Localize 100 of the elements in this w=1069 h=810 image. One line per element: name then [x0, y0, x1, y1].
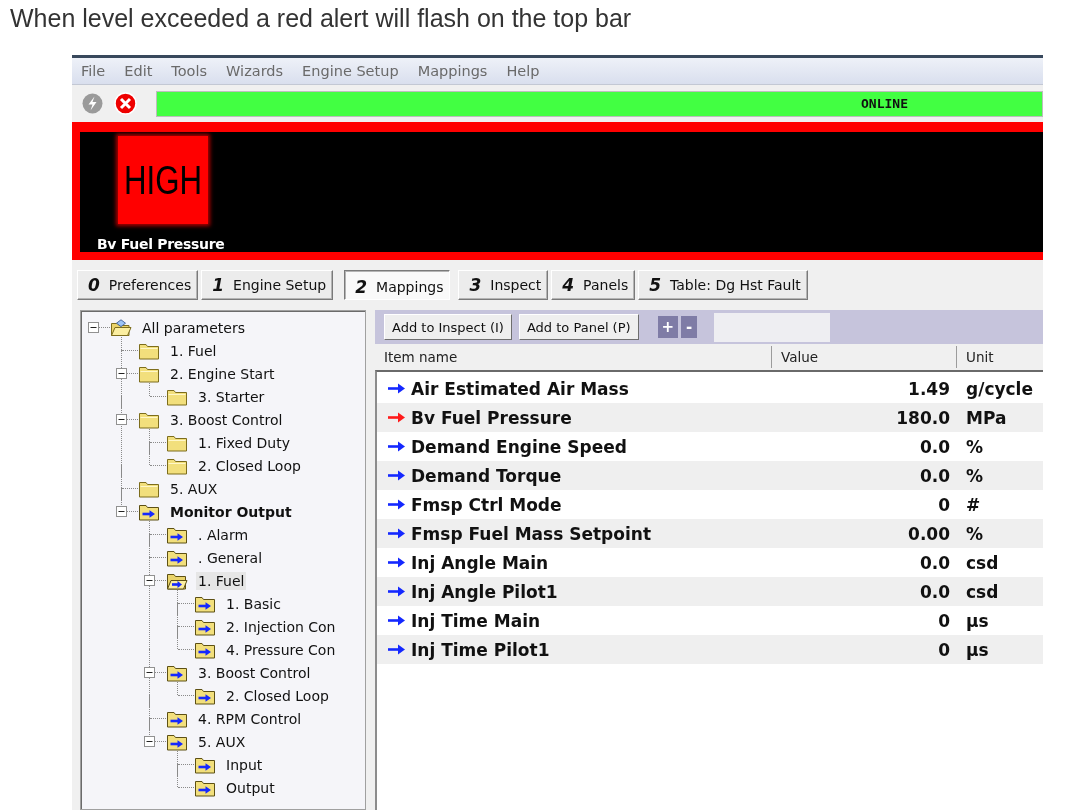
menu-item[interactable]: Wizards — [226, 63, 284, 79]
tree-item[interactable]: 4. Pressure Con — [224, 640, 338, 659]
folder-arrow-icon — [166, 732, 188, 751]
unit-cell-text: µs — [965, 639, 990, 660]
open-folder-icon — [110, 318, 132, 337]
tree-item[interactable]: Input — [224, 755, 265, 774]
table-row[interactable]: Inj Time Pilot1 0 µs — [377, 635, 1043, 664]
folder-arrow-icon — [194, 640, 216, 659]
tree-item[interactable]: 5. AUX — [168, 479, 220, 498]
unit-cell-text: µs — [965, 610, 990, 631]
item-name-cell: Inj Time Main — [411, 610, 541, 631]
tree-item[interactable]: All parameters — [140, 318, 247, 337]
tree-item[interactable]: 1. Basic — [224, 594, 283, 613]
tree-item[interactable]: Monitor Output — [168, 502, 294, 521]
value-cell-text: 0.0 — [919, 581, 951, 602]
collapse-icon[interactable] — [144, 736, 155, 747]
remove-button[interactable]: - — [681, 316, 698, 338]
collapse-icon[interactable] — [116, 506, 127, 517]
toolbar-button[interactable]: Add to Inspect (I) — [384, 314, 512, 340]
x-circle-icon[interactable] — [114, 92, 137, 115]
folder-arrow-icon — [194, 617, 216, 636]
folder-icon — [138, 341, 160, 360]
collapse-icon[interactable] — [116, 414, 127, 425]
folder-arrow-icon — [166, 548, 188, 567]
folder-arrow-icon — [194, 778, 216, 797]
tab[interactable]: 4 Panels — [551, 270, 636, 300]
tab[interactable]: 5 Table: Dg Hst Fault — [638, 270, 808, 300]
menu-item[interactable]: Edit — [124, 63, 153, 79]
unit-cell-text: csd — [965, 581, 1000, 602]
value-cell-text: 0.0 — [919, 465, 951, 486]
lightning-icon[interactable] — [82, 93, 103, 114]
tree-item[interactable]: 2. Closed Loop — [196, 456, 303, 475]
table-row[interactable]: Demand Torque 0.0 % — [377, 461, 1043, 490]
folder-arrow-icon — [166, 709, 188, 728]
column-header[interactable]: Item name — [375, 346, 772, 368]
item-name-cell: Demand Torque — [411, 465, 562, 486]
collapse-icon[interactable] — [144, 667, 155, 678]
tab[interactable]: 0 Preferences — [77, 270, 199, 300]
folder-arrow-icon — [194, 755, 216, 774]
folder-icon — [138, 364, 160, 383]
menu-item[interactable]: Mappings — [417, 63, 488, 79]
item-name-cell: Inj Angle Main — [411, 552, 549, 573]
folder-icon — [166, 456, 188, 475]
item-name-cell: Bv Fuel Pressure — [411, 407, 572, 428]
add-button[interactable]: + — [657, 316, 679, 338]
tree-item[interactable]: . General — [196, 548, 265, 567]
tab[interactable]: 1 Engine Setup — [201, 270, 334, 300]
alert-badge: HIGH — [118, 136, 208, 224]
unit-cell-text: # — [965, 494, 982, 515]
item-name-cell: Fmsp Fuel Mass Setpoint — [411, 523, 652, 544]
unit-cell-text: % — [965, 465, 985, 486]
value-cell-text: 0 — [938, 610, 951, 631]
menu-item[interactable]: Tools — [171, 63, 208, 79]
menu-item[interactable]: Engine Setup — [302, 63, 399, 79]
tree-item[interactable]: 5. AUX — [196, 732, 248, 751]
tree-item[interactable]: 1. Fixed Duty — [196, 433, 292, 452]
folder-arrow-icon — [194, 594, 216, 613]
value-cell-text: 0.0 — [919, 436, 951, 457]
folder-arrow-icon — [138, 502, 160, 521]
menu-item[interactable]: File — [81, 63, 106, 79]
table-row[interactable]: Fmsp Fuel Mass Setpoint 0.00 % — [377, 519, 1043, 548]
tab[interactable]: 2 Mappings — [344, 270, 451, 300]
item-name-cell: Air Estimated Air Mass — [411, 378, 629, 399]
folder-icon — [166, 433, 188, 452]
value-cell-text: 0 — [938, 639, 951, 660]
tree-item[interactable]: 2. Closed Loop — [224, 686, 331, 705]
tab[interactable]: 3 Inspect — [458, 270, 549, 300]
value-cell-text: 180.0 — [896, 407, 951, 428]
column-header[interactable]: Unit — [957, 346, 1043, 368]
table-row[interactable]: Inj Angle Pilot1 0.0 csd — [377, 577, 1043, 606]
toolbar-button[interactable]: Add to Panel (P) — [518, 314, 639, 340]
input-field[interactable] — [714, 312, 831, 342]
unit-cell-text: % — [965, 436, 985, 457]
item-name-cell: Inj Angle Pilot1 — [411, 581, 558, 602]
item-name-cell: Demand Engine Speed — [411, 436, 627, 457]
tree-item[interactable]: 2. Injection Con — [224, 617, 338, 636]
menu-item[interactable]: Help — [506, 63, 540, 79]
status-text: ONLINE — [861, 96, 908, 111]
unit-cell-text: csd — [965, 552, 1000, 573]
tree-item[interactable]: Output — [224, 778, 277, 797]
table-row[interactable]: Bv Fuel Pressure 180.0 MPa — [377, 403, 1043, 432]
tree-item[interactable]: 1. Fuel — [168, 341, 219, 360]
tree-item[interactable]: 2. Engine Start — [168, 364, 277, 383]
collapse-icon[interactable] — [88, 322, 99, 333]
alert-parameter: Bv Fuel Pressure — [97, 236, 225, 252]
tree-item[interactable]: 3. Boost Control — [196, 663, 313, 682]
collapse-icon[interactable] — [144, 575, 155, 586]
tree-item[interactable]: 1. Fuel — [196, 571, 247, 590]
unit-cell-text: MPa — [965, 407, 1008, 428]
folder-icon — [138, 410, 160, 429]
folder-arrow-icon — [166, 525, 188, 544]
tree-item[interactable]: 3. Boost Control — [168, 410, 285, 429]
unit-cell-text: g/cycle — [965, 378, 1034, 399]
tree-item[interactable]: 4. RPM Control — [196, 709, 304, 728]
column-header[interactable]: Value — [772, 346, 957, 368]
collapse-icon[interactable] — [116, 368, 127, 379]
tree-item[interactable]: . Alarm — [196, 525, 251, 544]
tree-item[interactable]: 3. Starter — [196, 387, 267, 406]
folder-icon — [166, 387, 188, 406]
value-cell-text: 0.00 — [908, 523, 951, 544]
